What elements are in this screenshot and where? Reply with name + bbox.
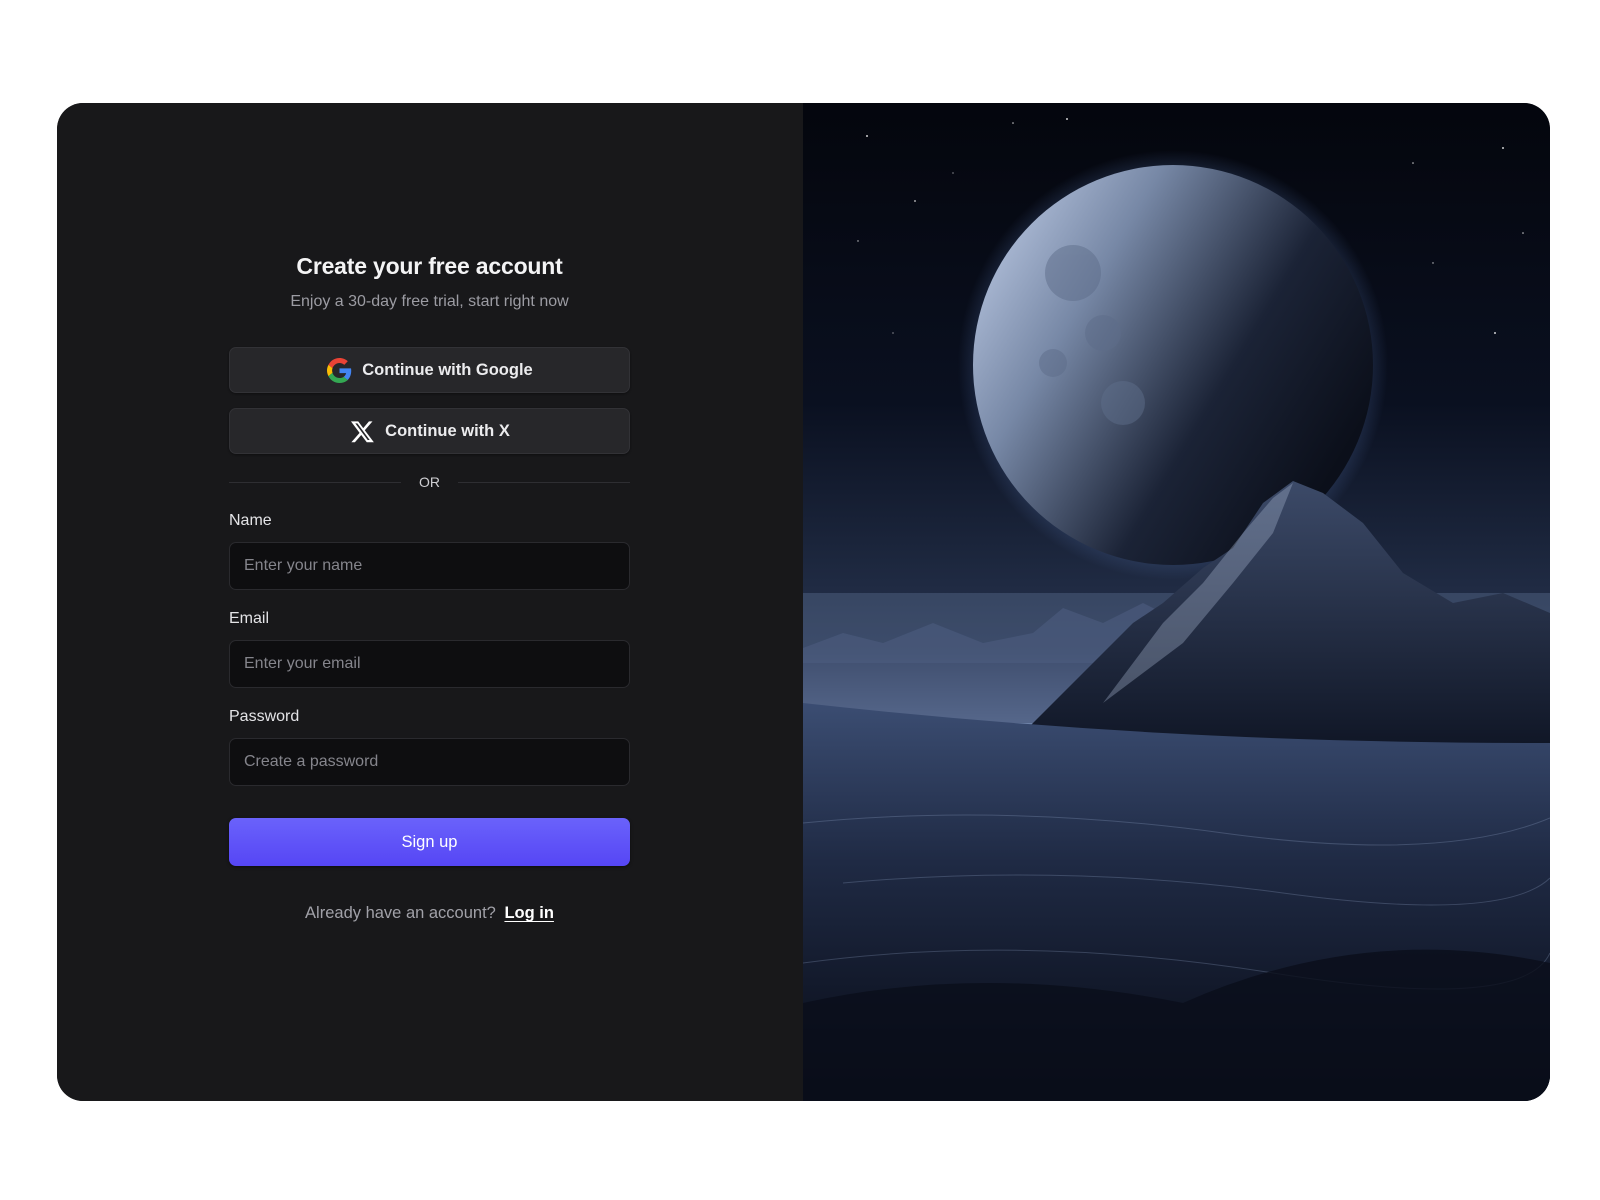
moon-landscape-illustration [803,118,1550,1101]
google-button-label: Continue with Google [362,360,533,379]
page-subtitle: Enjoy a 30-day free trial, start right n… [290,293,569,310]
google-icon [326,357,352,383]
continue-with-x-button[interactable]: Continue with X [229,408,630,454]
log-in-link[interactable]: Log in [504,904,553,922]
continue-with-google-button[interactable]: Continue with Google [229,347,630,393]
form-panel: Create your free account Enjoy a 30-day … [57,103,803,1101]
page-title: Create your free account [296,253,563,279]
name-input[interactable] [229,542,630,590]
x-logo-icon [349,418,375,444]
divider-line-left [229,481,401,483]
sign-up-button[interactable]: Sign up [229,818,630,866]
divider-text: OR [419,474,440,490]
signup-form: Create your free account Enjoy a 30-day … [229,253,630,923]
hero-image [803,103,1550,1101]
email-input[interactable] [229,640,630,688]
email-label: Email [229,610,270,627]
or-divider: OR [229,474,630,490]
social-login-group: Continue with Google Continue with X [229,347,630,454]
password-label: Password [229,708,300,725]
password-input[interactable] [229,738,630,786]
name-label: Name [229,512,272,529]
login-prompt-text: Already have an account? [305,904,496,922]
x-button-label: Continue with X [385,421,510,440]
signup-card: Create your free account Enjoy a 30-day … [57,103,1550,1101]
login-prompt: Already have an account? Log in [229,904,630,923]
divider-line-right [458,481,630,483]
